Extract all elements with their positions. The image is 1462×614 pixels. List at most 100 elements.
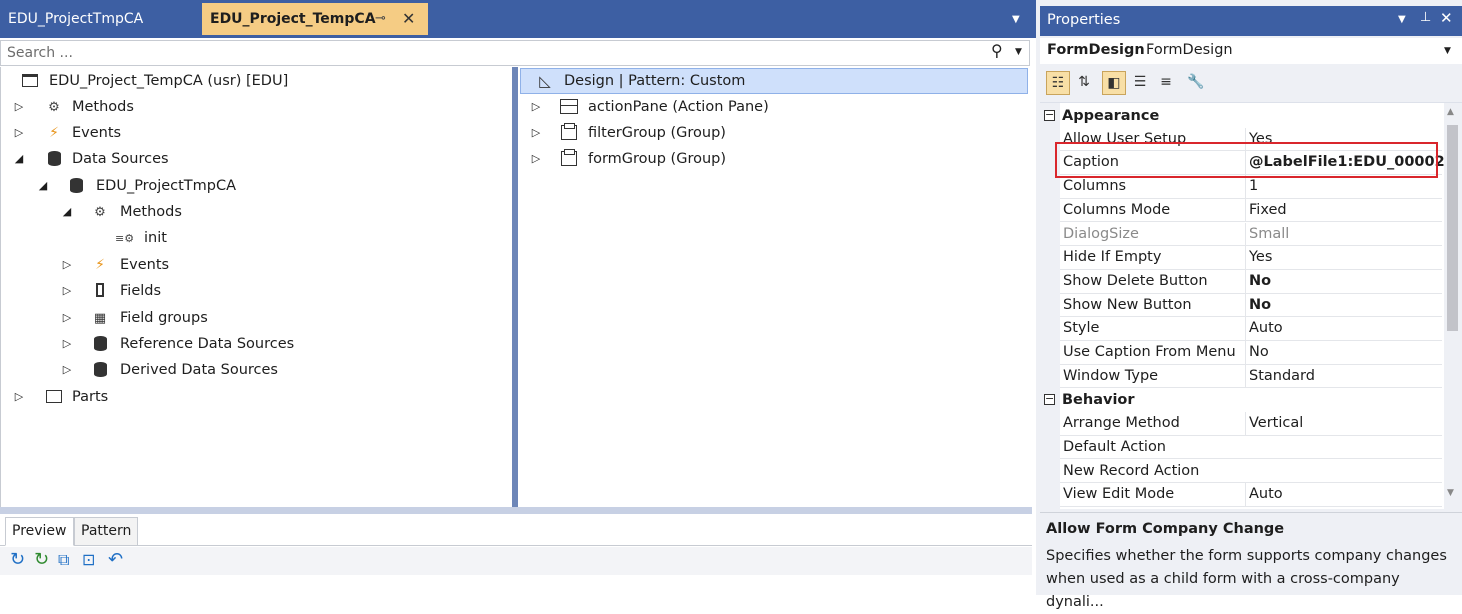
property-row[interactable]: Columns 1 (1060, 175, 1442, 199)
tree-node[interactable]: ▷ ⚙ Methods (1, 94, 511, 120)
property-value[interactable]: Standard (1245, 364, 1441, 388)
wrench-icon[interactable]: 🔧 (1184, 71, 1208, 95)
property-name: Hide If Empty (1063, 249, 1162, 266)
expand-arrow-icon[interactable]: ▷ (13, 384, 25, 410)
property-row[interactable]: Style Auto (1060, 317, 1442, 341)
property-row[interactable]: Show Delete Button No (1060, 269, 1442, 294)
close-tab-icon[interactable]: ✕ (402, 3, 415, 35)
tree-node[interactable]: ▷ Fields (1, 278, 511, 304)
tree-node[interactable]: ▷ formGroup (Group) (518, 146, 1028, 172)
tree-node[interactable]: ▷ actionPane (Action Pane) (518, 94, 1028, 120)
sort-icon[interactable]: ≡ (1154, 71, 1178, 95)
expand-arrow-icon[interactable]: ▷ (61, 357, 73, 383)
tab-label: Pattern (81, 523, 132, 539)
expand-arrow-icon[interactable]: ▷ (530, 94, 542, 120)
property-row[interactable]: Default Action (1060, 436, 1442, 460)
category-appearance[interactable]: − Appearance (1040, 104, 1442, 128)
property-row[interactable]: Columns Mode Fixed (1060, 198, 1442, 223)
property-name: Use Caption From Menu Item (1063, 344, 1241, 360)
events-list-icon[interactable]: ☰ (1128, 71, 1152, 95)
tree-node[interactable]: ≡⚙ init (1, 225, 511, 251)
tree-node[interactable]: ▷ ⚡ Events (1, 120, 511, 146)
property-row[interactable]: Use Caption From Menu Item No (1060, 341, 1442, 365)
scroll-thumb[interactable] (1447, 125, 1458, 331)
property-value[interactable]: 1 (1245, 175, 1441, 199)
property-value[interactable]: Fixed (1245, 198, 1441, 222)
property-name: Show New Button (1063, 296, 1192, 313)
property-value[interactable]: Yes (1245, 246, 1441, 270)
search-options-dropdown-icon[interactable]: ▼ (1015, 47, 1022, 57)
horizontal-splitter[interactable] (0, 507, 1032, 514)
refresh-green-icon[interactable]: ↻ (34, 550, 49, 570)
panel-menu-dropdown-icon[interactable]: ▼ (1398, 14, 1406, 25)
object-type: FormDesign (1146, 42, 1233, 58)
tree-node-label: Events (120, 257, 170, 273)
tree-node[interactable]: ▷ Derived Data Sources (1, 357, 511, 383)
tree-node[interactable]: ▷ filterGroup (Group) (518, 120, 1028, 146)
export-icon[interactable]: ⊡ (82, 550, 95, 570)
tab-pattern[interactable]: Pattern (74, 517, 139, 546)
expand-arrow-icon[interactable]: ▷ (530, 146, 542, 172)
property-value[interactable]: Small (1245, 222, 1441, 246)
alphabetical-icon[interactable]: ⇅ (1072, 71, 1096, 95)
tree-node[interactable]: ▷ Parts (1, 384, 511, 410)
property-value[interactable]: Auto (1245, 317, 1441, 341)
categorized-icon[interactable]: ☷ (1046, 71, 1070, 95)
expand-arrow-icon[interactable]: ▷ (530, 120, 542, 146)
tree-node[interactable]: EDU_Project_TempCA (usr) [EDU] (1, 68, 511, 94)
tree-node[interactable]: ◢ Data Sources (1, 146, 511, 172)
chevron-down-icon[interactable]: ▼ (1444, 46, 1451, 56)
expand-arrow-icon[interactable]: ▷ (13, 94, 25, 120)
collapse-box-icon[interactable]: − (1044, 109, 1055, 121)
property-row[interactable]: Arrange Method Vertical (1060, 412, 1442, 436)
category-behavior[interactable]: − Behavior (1040, 388, 1442, 412)
property-row[interactable]: DialogSize Small (1060, 222, 1442, 247)
tab-overflow-dropdown-icon[interactable]: ▼ (1012, 14, 1020, 25)
open-new-icon[interactable]: ⧉ (58, 550, 69, 570)
search-icon[interactable]: ⚲ (991, 41, 1003, 60)
property-pages-icon[interactable]: ◧ (1102, 71, 1126, 95)
tab-preview[interactable]: Preview (5, 517, 74, 546)
tab-edu-projecttmpca[interactable]: EDU_ProjectTmpCA (0, 3, 198, 35)
collapse-arrow-icon[interactable]: ◢ (13, 146, 25, 172)
property-row[interactable]: Hide If Empty Yes (1060, 246, 1442, 270)
property-row[interactable]: Show New Button No (1060, 293, 1442, 318)
expand-arrow-icon[interactable]: ▷ (61, 252, 73, 278)
property-value[interactable]: No (1245, 293, 1441, 317)
property-name: Show Delete Button (1063, 272, 1208, 289)
property-value[interactable]: Auto (1245, 483, 1441, 507)
expand-arrow-icon[interactable]: ▷ (61, 331, 73, 357)
tab-edu-project-tempca[interactable]: EDU_Project_TempCA ⊸ ✕ (202, 3, 428, 35)
property-value[interactable]: No (1245, 341, 1441, 364)
scroll-down-icon[interactable]: ▼ (1447, 488, 1454, 498)
property-value[interactable]: Vertical (1245, 412, 1441, 436)
collapse-arrow-icon[interactable]: ◢ (61, 199, 73, 225)
property-value[interactable]: No (1245, 269, 1441, 293)
undo-icon[interactable]: ↶ (108, 550, 123, 570)
events-icon: ⚡ (49, 125, 59, 141)
tree-node[interactable]: ▷ Reference Data Sources (1, 331, 511, 357)
expand-arrow-icon[interactable]: ▷ (13, 120, 25, 146)
tree-node[interactable]: ◢ EDU_ProjectTmpCA (1, 173, 511, 199)
expand-arrow-icon[interactable]: ▷ (61, 278, 73, 304)
search-input[interactable] (1, 41, 976, 65)
tree-node[interactable]: ▷ ▦ Field groups (1, 305, 511, 331)
pin-icon[interactable]: ⊸ (375, 3, 386, 35)
tree-node[interactable]: ▷ ⚡ Events (1, 252, 511, 278)
property-row[interactable]: New Record Action (1060, 460, 1442, 484)
expand-arrow-icon[interactable]: ▷ (61, 305, 73, 331)
vertical-scrollbar[interactable]: ▲ ▼ (1444, 103, 1462, 509)
close-icon[interactable]: ✕ (1440, 9, 1453, 27)
tree-node-label: EDU_ProjectTmpCA (96, 178, 237, 194)
property-row[interactable]: View Edit Mode Auto (1060, 483, 1442, 507)
collapse-box-icon[interactable]: − (1044, 393, 1055, 406)
refresh-icon[interactable]: ↻ (10, 550, 25, 570)
collapse-arrow-icon[interactable]: ◢ (37, 173, 49, 199)
pin-icon[interactable]: ⊥ (1420, 10, 1431, 25)
object-selector[interactable]: FormDesign FormDesign ▼ (1040, 38, 1462, 64)
tree-node[interactable]: ◢ ⚙ Methods (1, 199, 511, 225)
property-row[interactable]: Window Type Standard (1060, 364, 1442, 389)
tree-node-label: actionPane (Action Pane) (588, 99, 769, 115)
tree-node[interactable]: ◺ Design | Pattern: Custom (518, 68, 1028, 94)
scroll-up-icon[interactable]: ▲ (1447, 107, 1454, 117)
